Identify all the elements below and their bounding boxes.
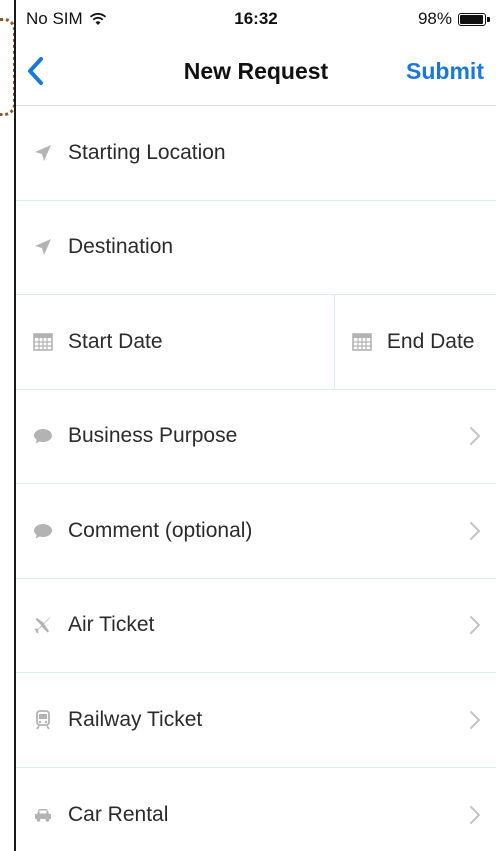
battery-fill bbox=[460, 14, 484, 24]
business-purpose-cell[interactable]: Business Purpose bbox=[16, 390, 496, 484]
business-purpose-label: Business Purpose bbox=[68, 424, 238, 448]
railway-ticket-cell[interactable]: Railway Ticket bbox=[16, 673, 496, 767]
car-rental-cell[interactable]: Car Rental bbox=[16, 768, 496, 851]
speech-bubble-icon bbox=[32, 520, 54, 542]
chevron-right-icon bbox=[470, 805, 480, 824]
date-range-row: Start Date End Date bbox=[16, 295, 496, 390]
status-bar: No SIM 16:32 98% bbox=[16, 0, 496, 36]
car-rental-label: Car Rental bbox=[68, 802, 169, 826]
calendar-icon bbox=[32, 331, 54, 353]
comment-label: Comment (optional) bbox=[68, 518, 253, 542]
chevron-right-icon bbox=[470, 616, 480, 635]
location-arrow-icon bbox=[32, 142, 54, 164]
comment-cell[interactable]: Comment (optional) bbox=[16, 484, 496, 578]
starting-location-label: Starting Location bbox=[68, 140, 226, 164]
airplane-icon bbox=[32, 614, 54, 636]
start-date-field[interactable]: Start Date bbox=[16, 295, 334, 389]
destination-label: Destination bbox=[68, 235, 174, 259]
destination-cell[interactable]: Destination bbox=[16, 201, 496, 295]
phone-screen: No SIM 16:32 98% New Request Submit Star… bbox=[14, 0, 496, 851]
chevron-right-icon bbox=[470, 427, 480, 446]
navigation-bar: New Request Submit bbox=[16, 36, 496, 106]
end-date-label: End Date bbox=[386, 329, 475, 353]
end-date-field[interactable]: End Date bbox=[333, 295, 496, 389]
chevron-right-icon bbox=[470, 521, 480, 540]
train-icon bbox=[32, 709, 54, 731]
status-right: 98% bbox=[417, 9, 490, 29]
speech-bubble-icon bbox=[32, 425, 54, 447]
starting-location-cell[interactable]: Starting Location bbox=[16, 106, 496, 200]
battery-icon bbox=[458, 12, 490, 26]
calendar-icon bbox=[351, 331, 373, 353]
car-icon bbox=[32, 804, 54, 826]
submit-button[interactable]: Submit bbox=[406, 58, 484, 85]
car-rental-field[interactable]: Car Rental bbox=[16, 768, 496, 851]
starting-location-field[interactable]: Starting Location bbox=[16, 106, 496, 201]
air-ticket-field[interactable]: Air Ticket bbox=[16, 579, 496, 673]
battery-percent: 98% bbox=[417, 9, 452, 28]
start-date-label: Start Date bbox=[68, 329, 163, 353]
location-arrow-icon bbox=[32, 236, 54, 258]
business-purpose-field[interactable]: Business Purpose bbox=[16, 390, 496, 484]
request-form: Starting Location Destination Start Date… bbox=[16, 106, 496, 851]
air-ticket-cell[interactable]: Air Ticket bbox=[16, 579, 496, 673]
railway-ticket-label: Railway Ticket bbox=[68, 707, 203, 731]
destination-field[interactable]: Destination bbox=[16, 201, 496, 295]
air-ticket-label: Air Ticket bbox=[68, 613, 155, 637]
battery-nub bbox=[487, 16, 490, 22]
railway-ticket-field[interactable]: Railway Ticket bbox=[16, 673, 496, 768]
chevron-right-icon bbox=[470, 710, 480, 729]
comment-field[interactable]: Comment (optional) bbox=[16, 484, 496, 579]
